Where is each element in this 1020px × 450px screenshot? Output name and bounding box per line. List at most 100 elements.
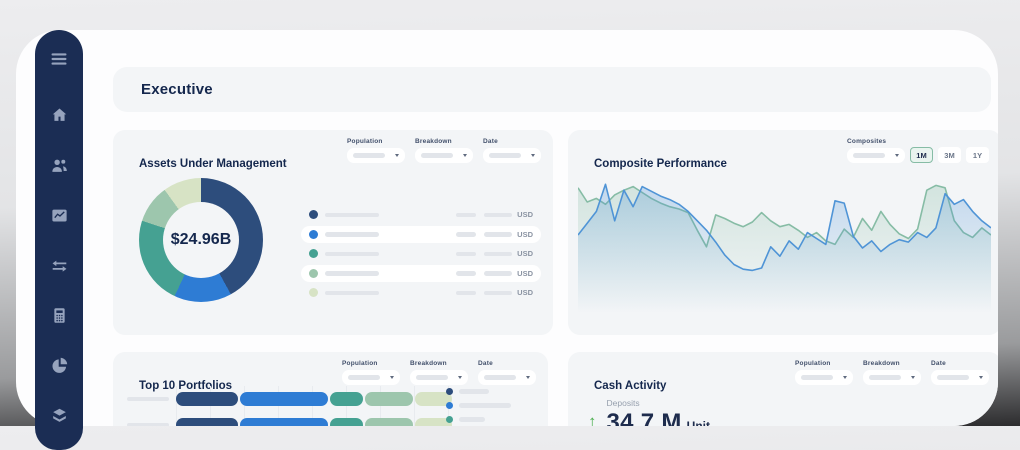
bar-segment [330,418,363,426]
placeholder-bar [937,375,969,380]
composite-line-chart[interactable] [578,166,991,324]
filter-label: Breakdown [410,360,468,367]
deposits-kpi: ↑ Deposits 34.7 M Unit [588,398,710,426]
app-container: Executive Assets Under Management Popula… [16,30,998,426]
sidebar-item-holdings[interactable] [35,392,83,438]
chevron-down-icon [531,154,535,157]
legend-dot [309,230,318,239]
range-buttons: 1M 3M 1Y [910,147,989,163]
population-filter-select[interactable] [347,148,405,163]
placeholder-bar [456,252,476,257]
aum-donut[interactable]: $24.96B [139,178,263,302]
range-1y-button[interactable]: 1Y [966,147,989,163]
date-filter-select[interactable] [483,148,541,163]
filter-label: Breakdown [415,138,473,145]
sidebar-item-transactions[interactable] [35,242,83,288]
legend-dot [309,210,318,219]
composites-filter-label: Composites [847,138,905,145]
chevron-down-icon [526,376,530,379]
legend-dot [446,416,453,423]
placeholder-bar [325,232,379,237]
deposits-up-arrow-icon: ↑ [588,413,597,426]
range-3m-button[interactable]: 3M [938,147,961,163]
panel-top10-portfolios: Top 10 Portfolios Population Breakdown Dat… [113,352,548,426]
sidebar-item-menu[interactable] [35,36,83,82]
stacked-bar[interactable] [176,392,452,406]
breakdown-filter-select[interactable] [410,370,468,385]
date-filter-select[interactable] [931,370,989,385]
breakdown-filter-select[interactable] [415,148,473,163]
placeholder-bar [325,213,379,218]
placeholder-bar [489,153,521,158]
bar-segment [176,418,238,426]
currency-label: USD [517,249,533,258]
placeholder-bar [456,232,476,237]
date-filter-select[interactable] [478,370,536,385]
filter-label: Date [483,138,541,145]
sidebar-item-allocation[interactable] [35,342,83,388]
portfolio-bars [127,392,448,426]
legend-dot [446,402,453,409]
panel-title: Top 10 Portfolios [139,380,232,392]
menu-icon [49,49,69,69]
currency-label: USD [517,230,533,239]
deposits-label: Deposits [607,398,711,408]
aum-legend: USD USD USD USD USD [301,206,541,304]
filter-label: Population [342,360,400,367]
placeholder-bar [484,291,512,296]
sidebar-item-clients[interactable] [35,142,83,188]
sidebar-item-performance[interactable] [35,192,83,238]
currency-label: USD [517,288,533,297]
chevron-down-icon [979,376,983,379]
placeholder-bar [325,271,379,276]
portfolio-legend-row [446,402,538,409]
aum-legend-row: USD [301,226,541,244]
currency-label: USD [517,269,533,278]
placeholder-bar [459,417,485,422]
composites-filter-select[interactable] [847,148,905,163]
population-filter-select[interactable] [795,370,853,385]
bar-segment [365,392,413,406]
portfolio-bar-row [127,418,448,426]
sidebar-item-accounting[interactable] [35,292,83,338]
performance-chart-icon [50,206,69,225]
portfolios-filters: Population Breakdown Date [342,360,536,385]
page-title: Executive [141,81,213,98]
bar-segment [365,418,413,426]
population-filter-select[interactable] [342,370,400,385]
deposits-value: 34.7 M [607,409,682,426]
filter-label: Population [795,360,853,367]
placeholder-bar [869,375,901,380]
stacked-bar[interactable] [176,418,452,426]
currency-label: USD [517,210,533,219]
placeholder-bar [421,153,453,158]
filter-label: Date [478,360,536,367]
chevron-down-icon [390,376,394,379]
placeholder-bar [325,252,379,257]
placeholder-bar [484,213,512,218]
breakdown-filter-select[interactable] [863,370,921,385]
deposits-unit: Unit [687,419,710,426]
placeholder-bar [484,271,512,276]
chevron-down-icon [463,154,467,157]
composite-controls: Composites 1M 3M 1Y [847,138,989,163]
portfolio-legend-row [446,416,538,423]
placeholder-bar [459,389,489,394]
placeholder-bar [325,291,379,296]
placeholder-bar [456,213,476,218]
panel-composite-performance: Composite Performance Composites 1M3M1Y [568,130,998,335]
page-header: Executive [113,67,991,112]
placeholder-bar [853,153,885,158]
chevron-down-icon [911,376,915,379]
bar-segment [176,392,238,406]
sidebar-item-home[interactable] [35,92,83,138]
chevron-down-icon [895,154,899,157]
placeholder-bar [459,403,511,408]
home-icon [50,106,69,125]
pie-chart-icon [50,356,69,375]
range-1m-button[interactable]: 1M [910,147,933,163]
cash-filters: PopulationBreakdownDate [795,360,989,385]
panel-assets-under-management: Assets Under Management PopulationBreakd… [113,130,553,335]
placeholder-bar [353,153,385,158]
aum-total: $24.96B [139,178,263,302]
